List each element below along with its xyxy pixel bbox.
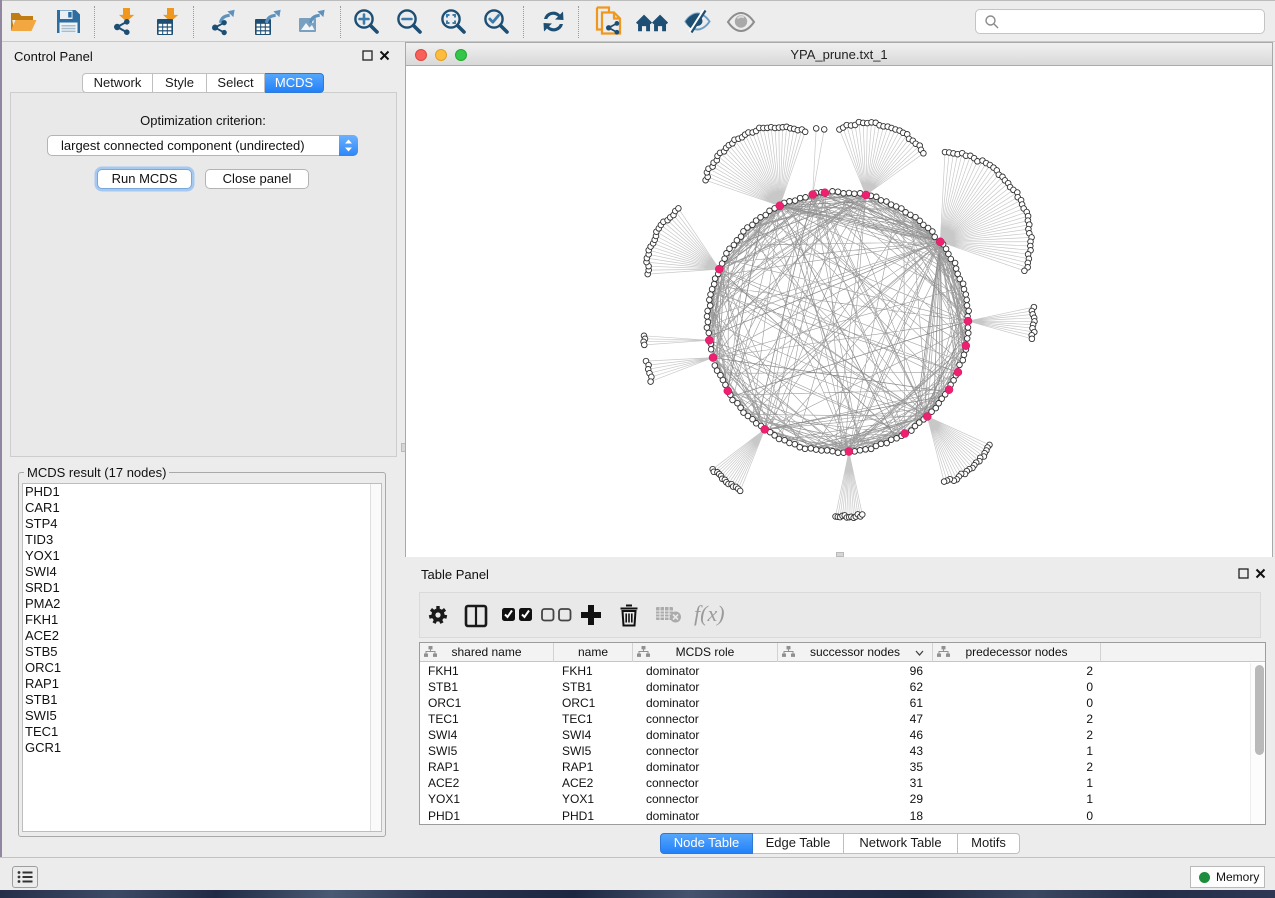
- svg-text:f(x): f(x): [694, 601, 725, 626]
